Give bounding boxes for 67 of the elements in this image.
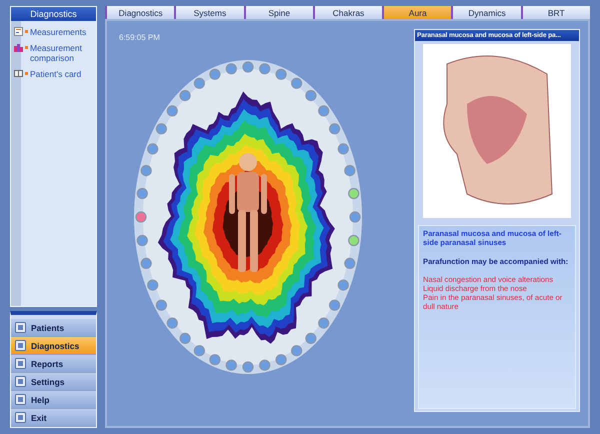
aura-point[interactable] bbox=[328, 300, 340, 311]
aura-point[interactable] bbox=[304, 332, 316, 344]
tab[interactable]: Systems bbox=[174, 6, 244, 19]
aura-point[interactable] bbox=[328, 123, 340, 134]
aura-point[interactable] bbox=[134, 211, 146, 223]
aura-point[interactable] bbox=[208, 354, 220, 366]
aura-point[interactable] bbox=[146, 280, 158, 291]
book-icon bbox=[14, 69, 23, 78]
aura-point[interactable] bbox=[136, 234, 148, 246]
panel-title: Diagnostics bbox=[11, 7, 96, 21]
aura-point[interactable] bbox=[258, 63, 270, 74]
tab[interactable]: Diagnostics bbox=[105, 6, 174, 19]
window-icon bbox=[15, 340, 26, 351]
aura-point[interactable] bbox=[304, 90, 316, 102]
tab[interactable]: Aura bbox=[382, 6, 452, 19]
aura-point[interactable] bbox=[348, 211, 360, 223]
tab[interactable]: Spine bbox=[244, 6, 313, 19]
aura-point[interactable] bbox=[166, 318, 178, 329]
tab[interactable]: BRT bbox=[520, 6, 590, 19]
aura-point[interactable] bbox=[140, 165, 152, 176]
aura-point[interactable] bbox=[179, 90, 190, 102]
window-icon bbox=[15, 322, 26, 333]
aura-point[interactable] bbox=[193, 345, 204, 356]
aura-point[interactable] bbox=[155, 300, 166, 311]
aura-point[interactable] bbox=[155, 123, 166, 134]
chart-icon bbox=[14, 27, 23, 36]
clock-time: 6:59:05 PM bbox=[118, 32, 161, 42]
window-icon bbox=[15, 412, 26, 423]
aura-point[interactable] bbox=[344, 165, 355, 176]
sidebar-item[interactable]: Measurements bbox=[24, 27, 93, 37]
aura-point[interactable] bbox=[208, 68, 220, 80]
aura-point[interactable] bbox=[275, 68, 286, 80]
aura-point[interactable] bbox=[318, 105, 329, 116]
sidebar-item[interactable]: Patient's card bbox=[24, 69, 93, 79]
aura-point[interactable] bbox=[146, 143, 158, 154]
nav-button[interactable]: Reports bbox=[11, 355, 96, 373]
tab[interactable]: Dynamics bbox=[451, 6, 521, 19]
aura-point[interactable] bbox=[290, 78, 302, 89]
aura-point[interactable] bbox=[225, 63, 236, 74]
aura-point[interactable] bbox=[242, 361, 254, 373]
aura-point[interactable] bbox=[318, 318, 329, 329]
sidebar-item[interactable]: Measurement comparison bbox=[24, 43, 93, 63]
aura-point[interactable] bbox=[290, 345, 302, 356]
aura-point[interactable] bbox=[337, 280, 348, 291]
aura-point[interactable] bbox=[258, 360, 270, 371]
aura-point[interactable] bbox=[166, 105, 178, 116]
aura-point[interactable] bbox=[348, 234, 359, 246]
aura-point[interactable] bbox=[348, 188, 359, 200]
nav-button[interactable]: Exit bbox=[11, 409, 96, 427]
aura-point[interactable] bbox=[225, 360, 236, 371]
nav-button[interactable]: Settings bbox=[11, 373, 96, 391]
aura-point[interactable] bbox=[242, 61, 254, 73]
tab[interactable]: Chakras bbox=[312, 6, 382, 19]
aura-point[interactable] bbox=[337, 143, 348, 154]
nav-button[interactable]: Diagnostics bbox=[11, 337, 96, 355]
nav-button[interactable]: Patients bbox=[11, 319, 96, 337]
aura-point[interactable] bbox=[275, 354, 286, 366]
aura-point[interactable] bbox=[193, 78, 204, 89]
window-icon bbox=[15, 358, 26, 369]
aura-point[interactable] bbox=[179, 332, 190, 344]
nav-button[interactable]: Help bbox=[11, 391, 96, 409]
aura-point[interactable] bbox=[344, 258, 355, 269]
bar-chart-icon bbox=[14, 43, 23, 52]
window-icon bbox=[15, 376, 26, 387]
aura-point[interactable] bbox=[140, 258, 152, 269]
aura-point[interactable] bbox=[136, 188, 148, 200]
window-icon bbox=[15, 394, 26, 405]
